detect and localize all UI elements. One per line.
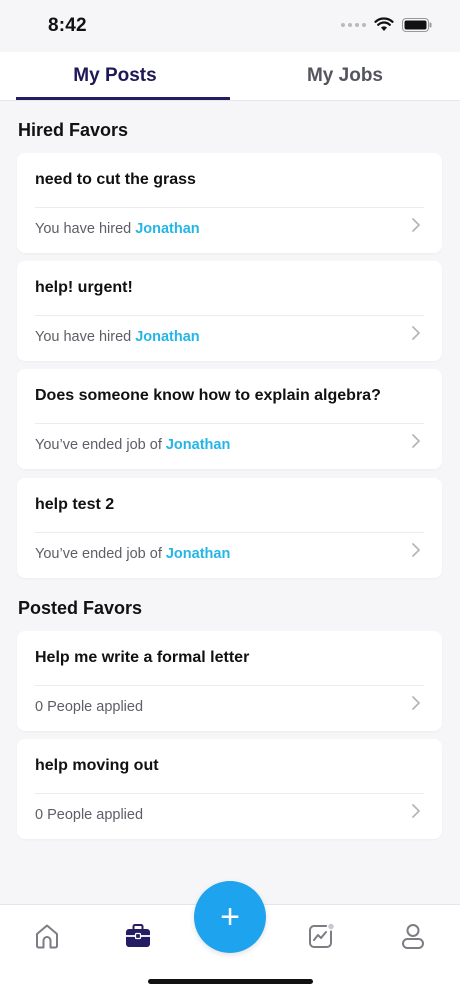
hired-favor-card[interactable]: help! urgent! You have hired Jonathan — [17, 261, 442, 361]
wifi-icon — [374, 17, 394, 31]
posted-favor-card[interactable]: Help me write a formal letter 0 People a… — [17, 631, 442, 731]
battery-icon — [402, 17, 432, 32]
favor-status: You have hired Jonathan — [35, 329, 200, 345]
hired-favor-card[interactable]: help test 2 You’ve ended job of Jonathan — [17, 478, 442, 578]
chevron-right-icon — [412, 696, 420, 710]
status-text: You have hired — [35, 329, 132, 345]
tab-my-jobs[interactable]: My Jobs — [230, 52, 460, 100]
segmented-tabs: My Posts My Jobs — [0, 52, 460, 101]
divider — [35, 685, 424, 686]
status-icons — [341, 17, 432, 32]
favor-status: You’ve ended job of Jonathan — [35, 437, 230, 453]
section-title-posted: Posted Favors — [18, 598, 143, 618]
applicants-count: 0 People applied — [35, 807, 144, 823]
posted-favor-card[interactable]: help moving out 0 People applied — [17, 739, 442, 839]
favor-title: Does someone know how to explain algebra… — [35, 387, 381, 404]
chevron-right-icon — [412, 326, 420, 340]
create-post-button[interactable]: + — [194, 881, 266, 953]
divider — [35, 207, 424, 208]
favor-title: need to cut the grass — [35, 171, 196, 188]
hired-favor-card[interactable]: Does someone know how to explain algebra… — [17, 369, 442, 469]
hired-user-link[interactable]: Jonathan — [166, 437, 230, 453]
hired-user-link[interactable]: Jonathan — [166, 546, 230, 562]
activity-icon[interactable] — [306, 921, 336, 951]
status-time: 8:42 — [48, 15, 87, 36]
divider — [35, 532, 424, 533]
divider — [35, 315, 424, 316]
hired-favor-card[interactable]: need to cut the grass You have hired Jona… — [17, 153, 442, 253]
favor-title: Help me write a formal letter — [35, 649, 250, 666]
favor-title: help! urgent! — [35, 279, 133, 296]
favor-status: You have hired Jonathan — [35, 221, 200, 237]
favor-status: You’ve ended job of Jonathan — [35, 546, 230, 562]
applicants-count: 0 People applied — [35, 699, 144, 715]
favor-title: help moving out — [35, 757, 159, 774]
tab-my-posts[interactable]: My Posts — [0, 52, 230, 100]
divider — [35, 793, 424, 794]
section-title-hired: Hired Favors — [18, 120, 129, 140]
favor-title: help test 2 — [35, 496, 115, 513]
hired-user-link[interactable]: Jonathan — [135, 221, 199, 237]
chevron-right-icon — [412, 543, 420, 557]
chevron-right-icon — [412, 218, 420, 232]
signal-icon — [341, 22, 366, 27]
active-tab-indicator — [16, 97, 230, 100]
divider — [35, 423, 424, 424]
briefcase-icon[interactable] — [123, 921, 153, 951]
profile-icon[interactable] — [398, 921, 428, 951]
status-text: You’ve ended job of — [35, 546, 162, 562]
status-text: You have hired — [35, 221, 132, 237]
chevron-right-icon — [412, 434, 420, 448]
status-text: You’ve ended job of — [35, 437, 162, 453]
hired-user-link[interactable]: Jonathan — [135, 329, 199, 345]
chevron-right-icon — [412, 804, 420, 818]
home-icon[interactable] — [32, 921, 62, 951]
home-indicator — [148, 979, 313, 984]
status-bar: 8:42 — [0, 0, 460, 52]
